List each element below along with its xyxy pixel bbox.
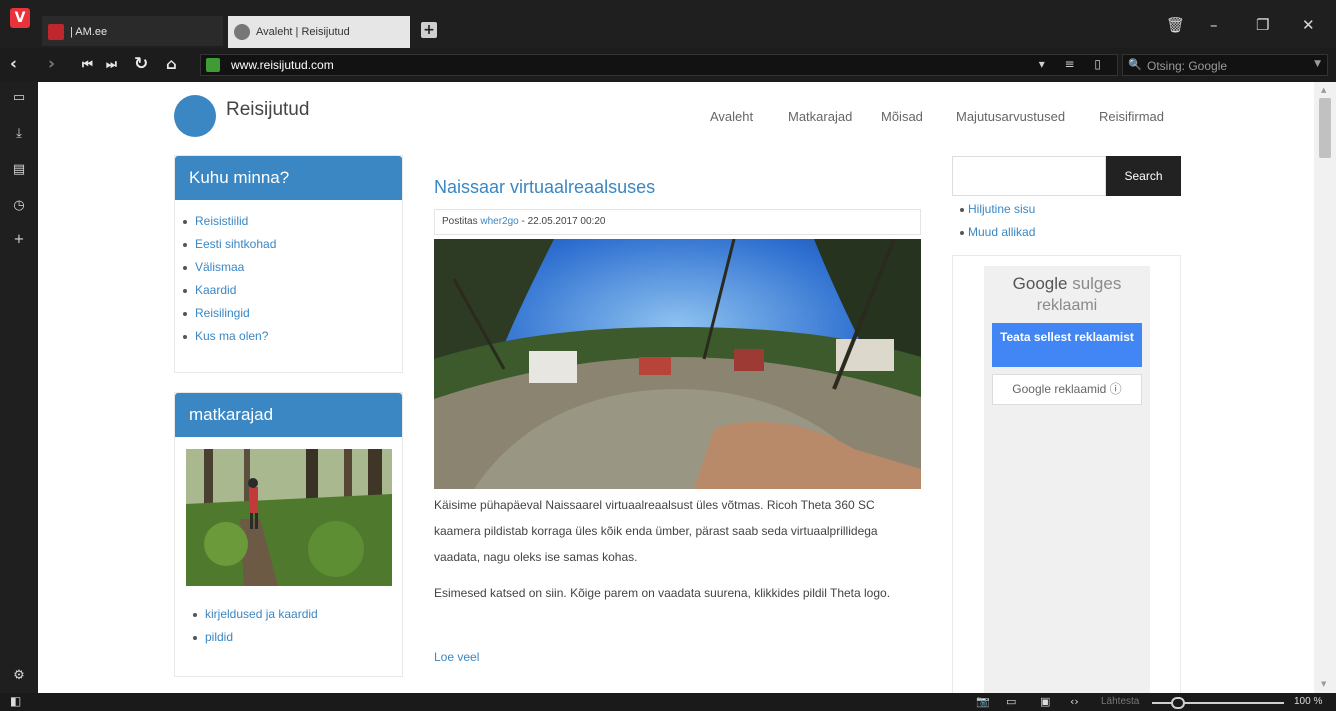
rewind-icon[interactable]: ⏮ <box>82 57 93 72</box>
page-scrollbar[interactable]: ▲ ▼ <box>1314 82 1336 693</box>
google-label: Google <box>1012 274 1068 293</box>
close-icon[interactable]: ✕ <box>1302 16 1315 34</box>
scroll-thumb[interactable] <box>1319 98 1331 158</box>
report-ad-button[interactable]: Teata sellest reklaamist <box>992 323 1142 367</box>
search-engine-icon[interactable]: 🔍 <box>1128 58 1142 71</box>
panorama-photo[interactable] <box>434 239 921 489</box>
widget-link-list: kirjeldused ja kaardid pildid <box>189 607 318 653</box>
sidebar-link[interactable]: pildid <box>189 630 318 653</box>
nav-matkarajad[interactable]: Matkarajad <box>788 109 852 124</box>
restore-icon[interactable]: ❐ <box>1256 16 1269 34</box>
ad-closes-label2: reklaami <box>1036 297 1098 314</box>
sidebar-link[interactable]: kirjeldused ja kaardid <box>189 607 318 630</box>
url-field[interactable]: www.reisijutud.com ▾ ≡ ▯ <box>200 54 1118 76</box>
add-panel-icon[interactable]: + <box>11 232 27 248</box>
reisijutud-favicon-icon <box>234 24 250 40</box>
scroll-up-icon[interactable]: ▲ <box>1321 86 1326 94</box>
history-icon[interactable]: ◷ <box>11 198 27 214</box>
settings-gear-icon[interactable]: ⚙ <box>11 668 27 684</box>
vivaldi-logo-icon[interactable]: V <box>10 8 30 28</box>
widget-title: matkarajad <box>175 393 402 437</box>
search-field[interactable]: 🔍 Otsing: Google ▼ <box>1122 54 1328 76</box>
url-actions-icon[interactable]: ▾ ≡ ▯ <box>1039 57 1109 71</box>
browser-side-panel: ▭ ⤓ ▤ ◷ + ⚙ <box>0 82 38 693</box>
forward-icon[interactable]: › <box>48 54 55 74</box>
tab-am-ee[interactable]: | AM.ee <box>42 16 223 46</box>
url-text: www.reisijutud.com <box>231 58 334 72</box>
nav-majutusarvustused[interactable]: Majutusarvustused <box>956 109 1065 124</box>
minimize-icon[interactable]: – <box>1210 16 1218 34</box>
chevron-down-icon[interactable]: ▼ <box>1314 59 1321 69</box>
scroll-down-icon[interactable]: ▼ <box>1321 680 1326 688</box>
trash-icon[interactable]: 🗑 <box>1166 16 1185 34</box>
reload-icon[interactable]: ↻ <box>134 54 148 74</box>
site-search-input[interactable] <box>952 156 1106 196</box>
post-paragraph: Esimesed katsed on siin. Kõige parem on … <box>434 586 891 600</box>
site-search-button[interactable]: Search <box>1106 156 1181 196</box>
am-ee-favicon-icon <box>48 24 64 40</box>
sidebar-link[interactable]: Reisilingid <box>179 306 402 329</box>
post-title[interactable]: Naissaar virtuaalreaalsuses <box>434 177 655 198</box>
zoom-slider-knob[interactable] <box>1171 697 1185 709</box>
sidebar-link[interactable]: Kaardid <box>179 283 402 306</box>
images-icon[interactable]: ▣ <box>1040 695 1050 708</box>
widget-title: Kuhu minna? <box>175 156 402 200</box>
google-ads-info-button[interactable]: Google reklaamid ⓘ <box>992 374 1142 405</box>
notes-icon[interactable]: ▤ <box>11 162 27 178</box>
status-bar: ◧ 📷 ▭ ▣ ‹› Lähtesta 100 % <box>0 693 1336 711</box>
back-icon[interactable]: ‹ <box>10 54 17 74</box>
zoom-reset-label[interactable]: Lähtesta <box>1101 696 1139 707</box>
nav-avaleht[interactable]: Avaleht <box>710 109 753 124</box>
bookmarks-icon[interactable]: ▭ <box>11 90 27 106</box>
sidebar-link[interactable]: Reisistiilid <box>179 214 402 237</box>
right-link-list: Hiljutine sisu Muud allikad <box>952 202 1035 248</box>
tab-reisijutud[interactable]: Avaleht | Reisijutud <box>228 16 410 48</box>
ad-closes-label: sulges <box>1072 274 1122 293</box>
right-link[interactable]: Hiljutine sisu <box>952 202 1035 225</box>
hiking-trail-photo[interactable] <box>186 449 392 586</box>
post-paragraph: Käisime pühapäeval Naissaarel virtuaalre… <box>434 498 878 564</box>
read-more-link[interactable]: Loe veel <box>434 650 479 664</box>
sidebar-widget-matkarajad: matkarajad kirjeldused ja kaardid pildid <box>174 392 403 677</box>
meta-prefix: Postitas <box>442 216 478 227</box>
post-meta: Postitas wher2go - 22.05.2017 00:20 <box>434 209 921 235</box>
lock-icon <box>206 58 220 72</box>
site-title[interactable]: Reisijutud <box>226 99 309 121</box>
zoom-level: 100 % <box>1294 696 1323 707</box>
ad-container: Google sulges reklaami Teata sellest rek… <box>984 266 1150 693</box>
page-viewport: Reisijutud Avaleht Matkarajad Mõisad Maj… <box>38 82 1314 693</box>
search-placeholder: Otsing: Google <box>1147 59 1228 73</box>
sidebar-widget-kuhu-minna: Kuhu minna? Reisistiilid Eesti sihtkohad… <box>174 155 403 373</box>
new-tab-button[interactable]: + <box>421 22 437 38</box>
page-actions-icon[interactable]: ‹› <box>1070 695 1079 708</box>
nav-reisifirmad[interactable]: Reisifirmad <box>1099 109 1164 124</box>
tab-title: | AM.ee <box>70 26 108 38</box>
site-logo[interactable] <box>174 95 216 137</box>
tab-bar: V | AM.ee Avaleht | Reisijutud + 🗑 – ❐ ✕ <box>0 0 1336 48</box>
author-link[interactable]: wher2go <box>480 216 518 227</box>
widget-link-list: Reisistiilid Eesti sihtkohad Välismaa Ka… <box>179 214 402 352</box>
tab-title: Avaleht | Reisijutud <box>256 26 350 38</box>
nav-moisad[interactable]: Mõisad <box>881 109 923 124</box>
address-bar: ‹ › ⏮ ⏭ ↻ ⌂ www.reisijutud.com ▾ ≡ ▯ 🔍 O… <box>0 48 1336 82</box>
fast-forward-icon[interactable]: ⏭ <box>106 57 117 72</box>
sidebar-link[interactable]: Välismaa <box>179 260 402 283</box>
capture-icon[interactable]: 📷 <box>976 695 990 708</box>
panel-toggle-icon[interactable]: ◧ <box>10 694 21 708</box>
meta-date: - 22.05.2017 00:20 <box>521 216 606 227</box>
sidebar-link[interactable]: Kus ma olen? <box>179 329 402 352</box>
downloads-icon[interactable]: ⤓ <box>11 126 27 142</box>
sidebar-link[interactable]: Eesti sihtkohad <box>179 237 402 260</box>
right-link[interactable]: Muud allikad <box>952 225 1035 248</box>
ad-closed-heading: Google sulges <box>984 274 1150 294</box>
home-icon[interactable]: ⌂ <box>166 55 177 73</box>
tile-icon[interactable]: ▭ <box>1006 695 1016 708</box>
